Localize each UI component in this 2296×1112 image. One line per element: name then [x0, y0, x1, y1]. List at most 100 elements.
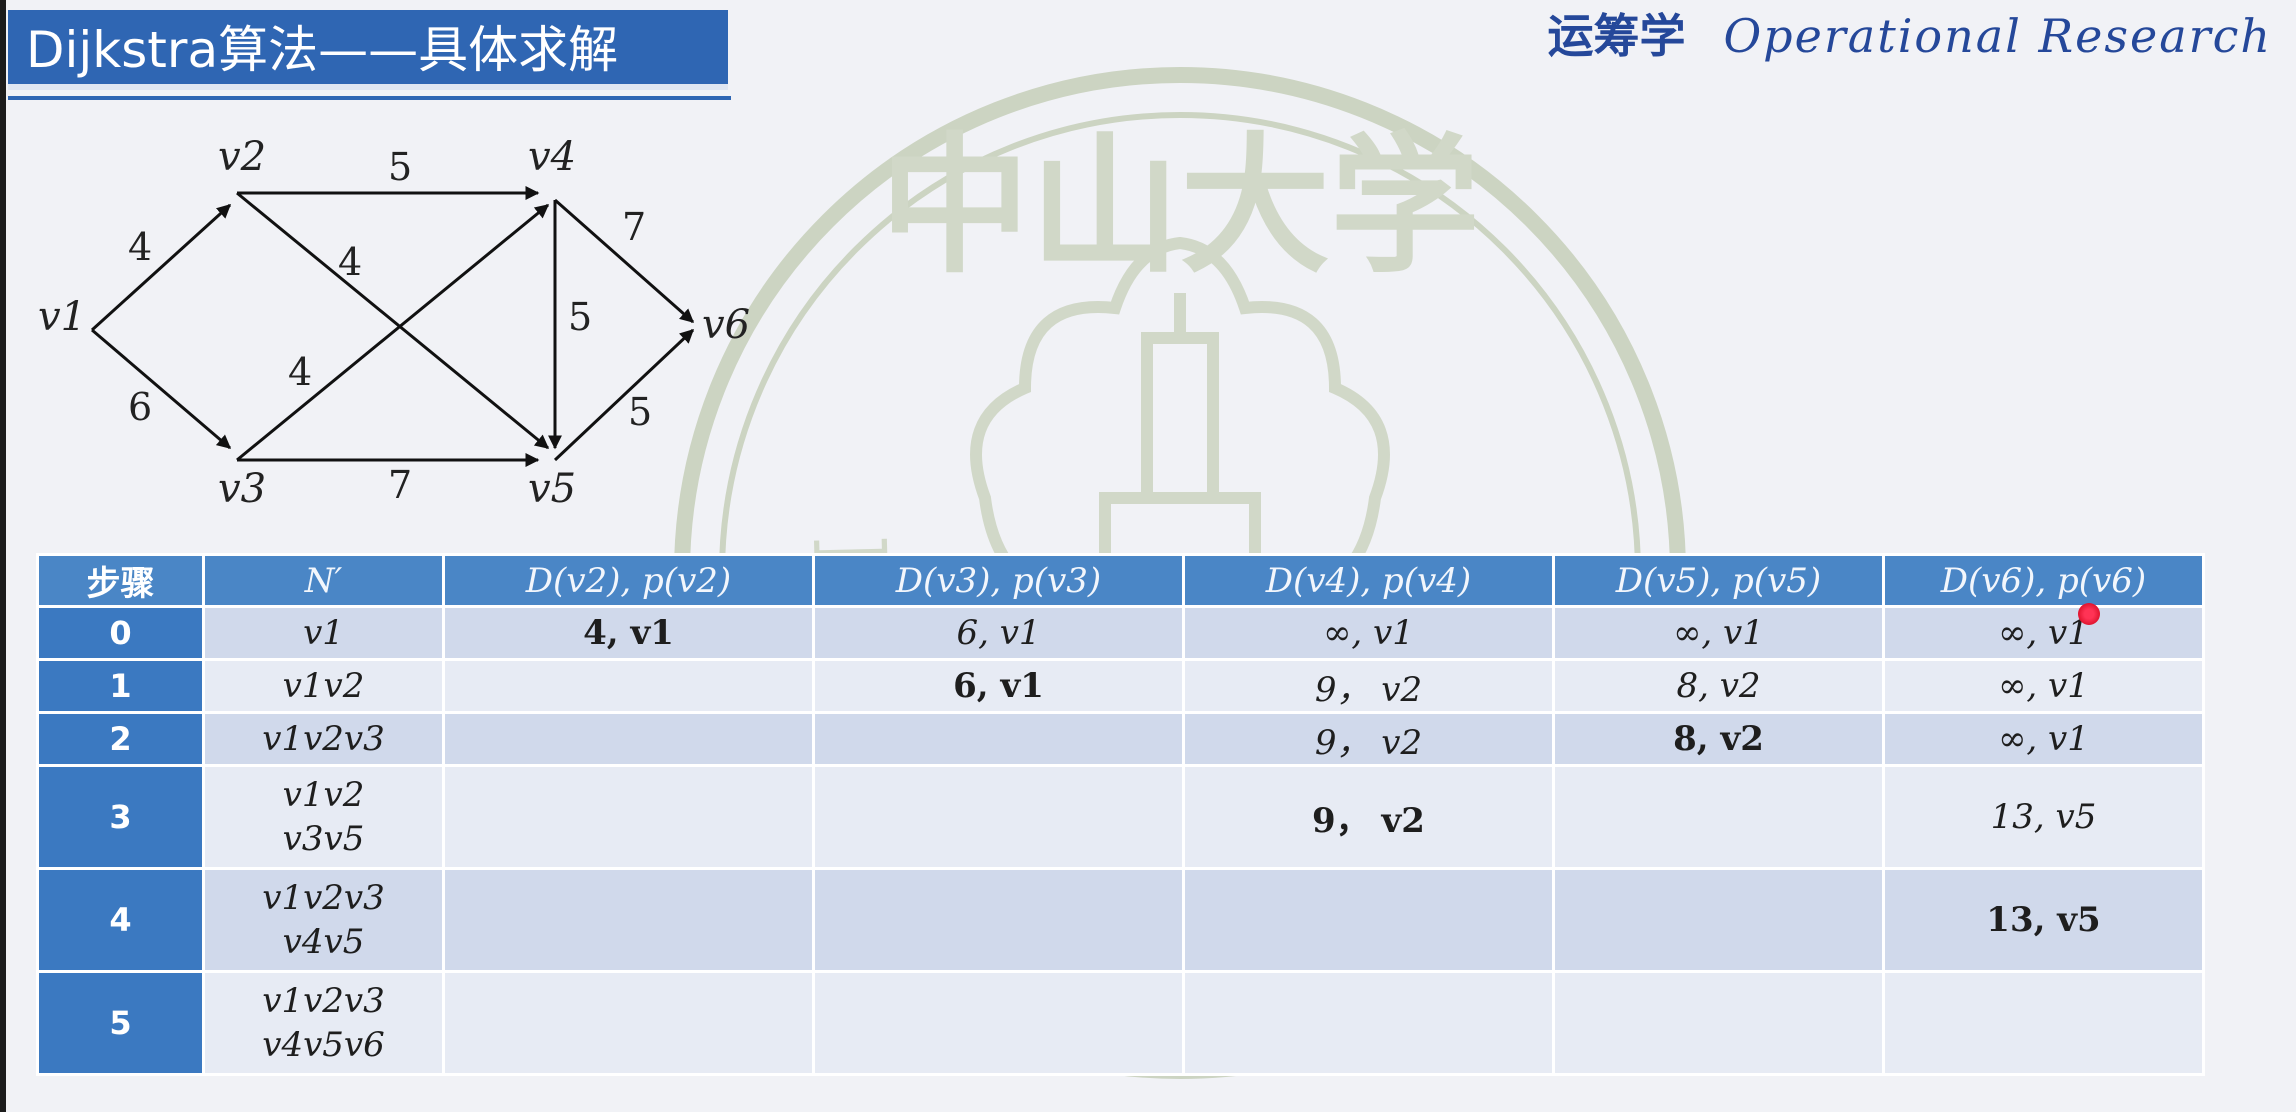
header-v5: D(v5), p(v5): [1552, 553, 1885, 608]
network-graph: v1 v2 v3 v4 v5 v6 4 6 5 4 4 7 5 7 5: [30, 130, 790, 530]
header-step: 步骤: [36, 553, 205, 608]
n-prime-cell: v1v2v3 v4v5: [202, 867, 445, 973]
n-prime-line: v4v5: [282, 922, 365, 962]
course-name-zh: 运筹学: [1547, 9, 1686, 63]
n-prime-line: v1v2: [282, 775, 365, 815]
step-number: 0: [36, 605, 205, 661]
n-prime-cell: v1v2v3: [202, 711, 445, 767]
cell-v6-value: 13, v5: [1986, 900, 2101, 940]
edge-weight-v5-v6: 5: [628, 390, 652, 434]
node-label-v2: v2: [218, 134, 266, 180]
cell-v2-value: 4, v1: [583, 613, 674, 653]
edge-weight-v2-v4: 5: [388, 145, 412, 189]
edge-weight-v4-v6: 7: [622, 205, 646, 249]
header-v6: D(v6), p(v6): [1882, 553, 2205, 608]
n-prime-cell: v1v2 v3v5: [202, 764, 445, 870]
step-number: 3: [36, 764, 205, 870]
cell-v3: [812, 764, 1185, 870]
n-prime-cell: v1v2: [202, 658, 445, 714]
cell-v3: [812, 970, 1185, 1076]
edge-weight-v3-v4: 4: [288, 350, 312, 394]
cell-v4-value: 9， v2: [1312, 800, 1425, 841]
cell-v5: [1552, 867, 1885, 973]
n-prime-line: v1v2v3: [262, 981, 385, 1021]
table-row: 2 v1v2v3 9， v2 8, v2 ∞, v1: [36, 711, 2205, 767]
laser-pointer-dot: [2078, 603, 2100, 625]
cell-v5: [1552, 764, 1885, 870]
n-prime-cell: v1: [202, 605, 445, 661]
edge-v1-v2: [90, 203, 232, 332]
cell-v3: [812, 711, 1185, 767]
header-v2: D(v2), p(v2): [442, 553, 815, 608]
cell-v2: [442, 711, 815, 767]
node-label-v6: v6: [702, 302, 750, 348]
table-row: 5 v1v2v3 v4v5v6: [36, 970, 2205, 1076]
cell-v5: 8, v2: [1552, 658, 1885, 714]
n-prime-line: v1v2v3: [262, 719, 385, 759]
n-prime-line: v1: [303, 613, 344, 653]
n-prime-line: v3v5: [282, 819, 365, 859]
cell-v4: 9， v2: [1182, 764, 1555, 870]
edge-weight-v2-v5: 4: [338, 240, 362, 284]
step-number: 1: [36, 658, 205, 714]
edge-weight-v1-v2: 4: [128, 225, 152, 269]
edge-weight-v4-v5: 5: [568, 295, 592, 339]
cell-v5-value: 8, v2: [1673, 719, 1764, 759]
edge-v1-v3: [91, 328, 232, 450]
cell-v3: 6, v1: [812, 658, 1185, 714]
cell-v6: 13, v5: [1882, 867, 2205, 973]
step-number: 5: [36, 970, 205, 1076]
cell-v6: [1882, 970, 2205, 1076]
cell-v4: [1182, 867, 1555, 973]
node-label-v4: v4: [528, 134, 576, 180]
n-prime-line: v1v2v3: [262, 878, 385, 918]
table-row: 0 v1 4, v1 6, v1 ∞, v1 ∞, v1 ∞, v1: [36, 605, 2205, 661]
cell-v2: 4, v1: [442, 605, 815, 661]
cell-v3: [812, 867, 1185, 973]
cell-v5: 8, v2: [1552, 711, 1885, 767]
slide-title: Dijkstra算法——具体求解: [8, 10, 728, 90]
cell-v2: [442, 867, 815, 973]
seal-chinese-name: 中山大学: [880, 118, 1480, 294]
table-row: 4 v1v2v3 v4v5 13, v5: [36, 867, 2205, 973]
table-header-row: 步骤 N′ D(v2), p(v2) D(v3), p(v3) D(v4), p…: [36, 553, 2205, 608]
cell-v2: [442, 658, 815, 714]
cell-v3: 6, v1: [812, 605, 1185, 661]
cell-v4: ∞, v1: [1182, 605, 1555, 661]
cell-v6: ∞, v1: [1882, 605, 2205, 661]
n-prime-line: v1v2: [282, 666, 365, 706]
cell-v4: 9， v2: [1182, 658, 1555, 714]
step-number: 2: [36, 711, 205, 767]
header-v4: D(v4), p(v4): [1182, 553, 1555, 608]
n-prime-line: v4v5v6: [262, 1025, 385, 1065]
dijkstra-table: 步骤 N′ D(v2), p(v2) D(v3), p(v3) D(v4), p…: [36, 553, 2205, 1076]
cell-v6: ∞, v1: [1882, 711, 2205, 767]
header-v3: D(v3), p(v3): [812, 553, 1185, 608]
cell-v6: ∞, v1: [1882, 658, 2205, 714]
edge-weight-v3-v5: 7: [388, 463, 412, 507]
cell-v3-value: 6, v1: [953, 666, 1044, 706]
window-left-border: [0, 0, 6, 1112]
cell-v4: [1182, 970, 1555, 1076]
step-number: 4: [36, 867, 205, 973]
course-header: 运筹学 Operational Research: [1547, 0, 2272, 63]
node-label-v3: v3: [218, 466, 266, 512]
edge-weight-v1-v3: 6: [128, 385, 152, 429]
header-n-prime: N′: [202, 553, 445, 608]
cell-v2: [442, 970, 815, 1076]
edge-v5-v6: [553, 328, 695, 462]
edge-v3-v4: [236, 203, 550, 462]
node-label-v1: v1: [38, 294, 86, 340]
edge-v2-v5: [236, 191, 550, 450]
node-label-v5: v5: [528, 466, 576, 512]
table-row: 3 v1v2 v3v5 9， v2 13, v5: [36, 764, 2205, 870]
course-name-en: Operational Research: [1723, 9, 2272, 63]
cell-v5: ∞, v1: [1552, 605, 1885, 661]
title-underline: [8, 96, 731, 100]
table-row: 1 v1v2 6, v1 9， v2 8, v2 ∞, v1: [36, 658, 2205, 714]
cell-v2: [442, 764, 815, 870]
cell-v5: [1552, 970, 1885, 1076]
cell-v6: 13, v5: [1882, 764, 2205, 870]
graph-svg: v1 v2 v3 v4 v5 v6 4 6 5 4 4 7 5 7 5: [38, 134, 750, 512]
n-prime-cell: v1v2v3 v4v5v6: [202, 970, 445, 1076]
